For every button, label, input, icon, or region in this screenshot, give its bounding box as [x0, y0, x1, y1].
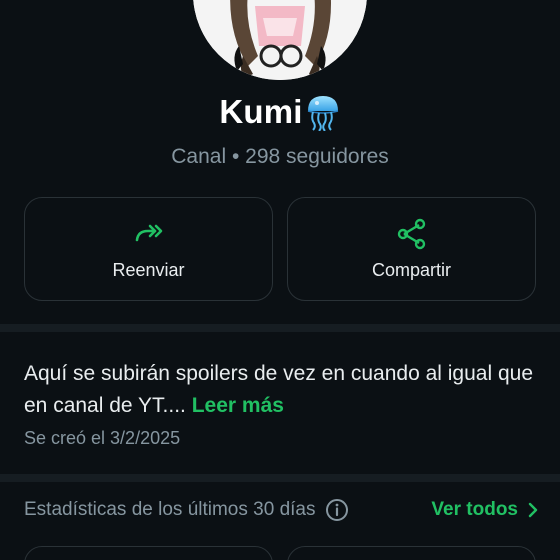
see-all-label: Ver todos	[431, 499, 518, 520]
stats-label: Estadísticas de los últimos 30 días	[24, 499, 316, 520]
channel-avatar[interactable]	[193, 0, 367, 80]
forward-button[interactable]: Reenviar	[24, 197, 273, 301]
avatar-illustration	[193, 0, 367, 80]
forward-label: Reenviar	[112, 260, 185, 280]
stat-card[interactable]	[24, 546, 273, 560]
share-button[interactable]: Compartir	[287, 197, 536, 301]
section-divider	[0, 324, 560, 332]
created-date: Se creó el 3/2/2025	[24, 428, 181, 448]
share-label: Compartir	[371, 260, 451, 280]
info-icon[interactable]	[325, 498, 349, 522]
channel-name: Kumi	[219, 93, 303, 130]
read-more-link[interactable]: Leer más	[192, 394, 284, 417]
stats-header: Estadísticas de los últimos 30 días Ver …	[24, 495, 540, 525]
stat-card[interactable]	[287, 546, 536, 560]
channel-description: Aquí se subirán spoilers de vez en cuand…	[24, 358, 544, 422]
see-all-button[interactable]: Ver todos	[431, 499, 540, 521]
forward-icon	[135, 224, 162, 242]
chevron-right-icon	[528, 502, 538, 518]
section-divider	[0, 474, 560, 482]
channel-subtitle: Canal • 298 seguidores	[171, 145, 389, 168]
share-icon	[397, 218, 425, 250]
jellyfish-emoji-icon	[307, 96, 338, 131]
channel-name-row: Kumi	[0, 92, 560, 132]
